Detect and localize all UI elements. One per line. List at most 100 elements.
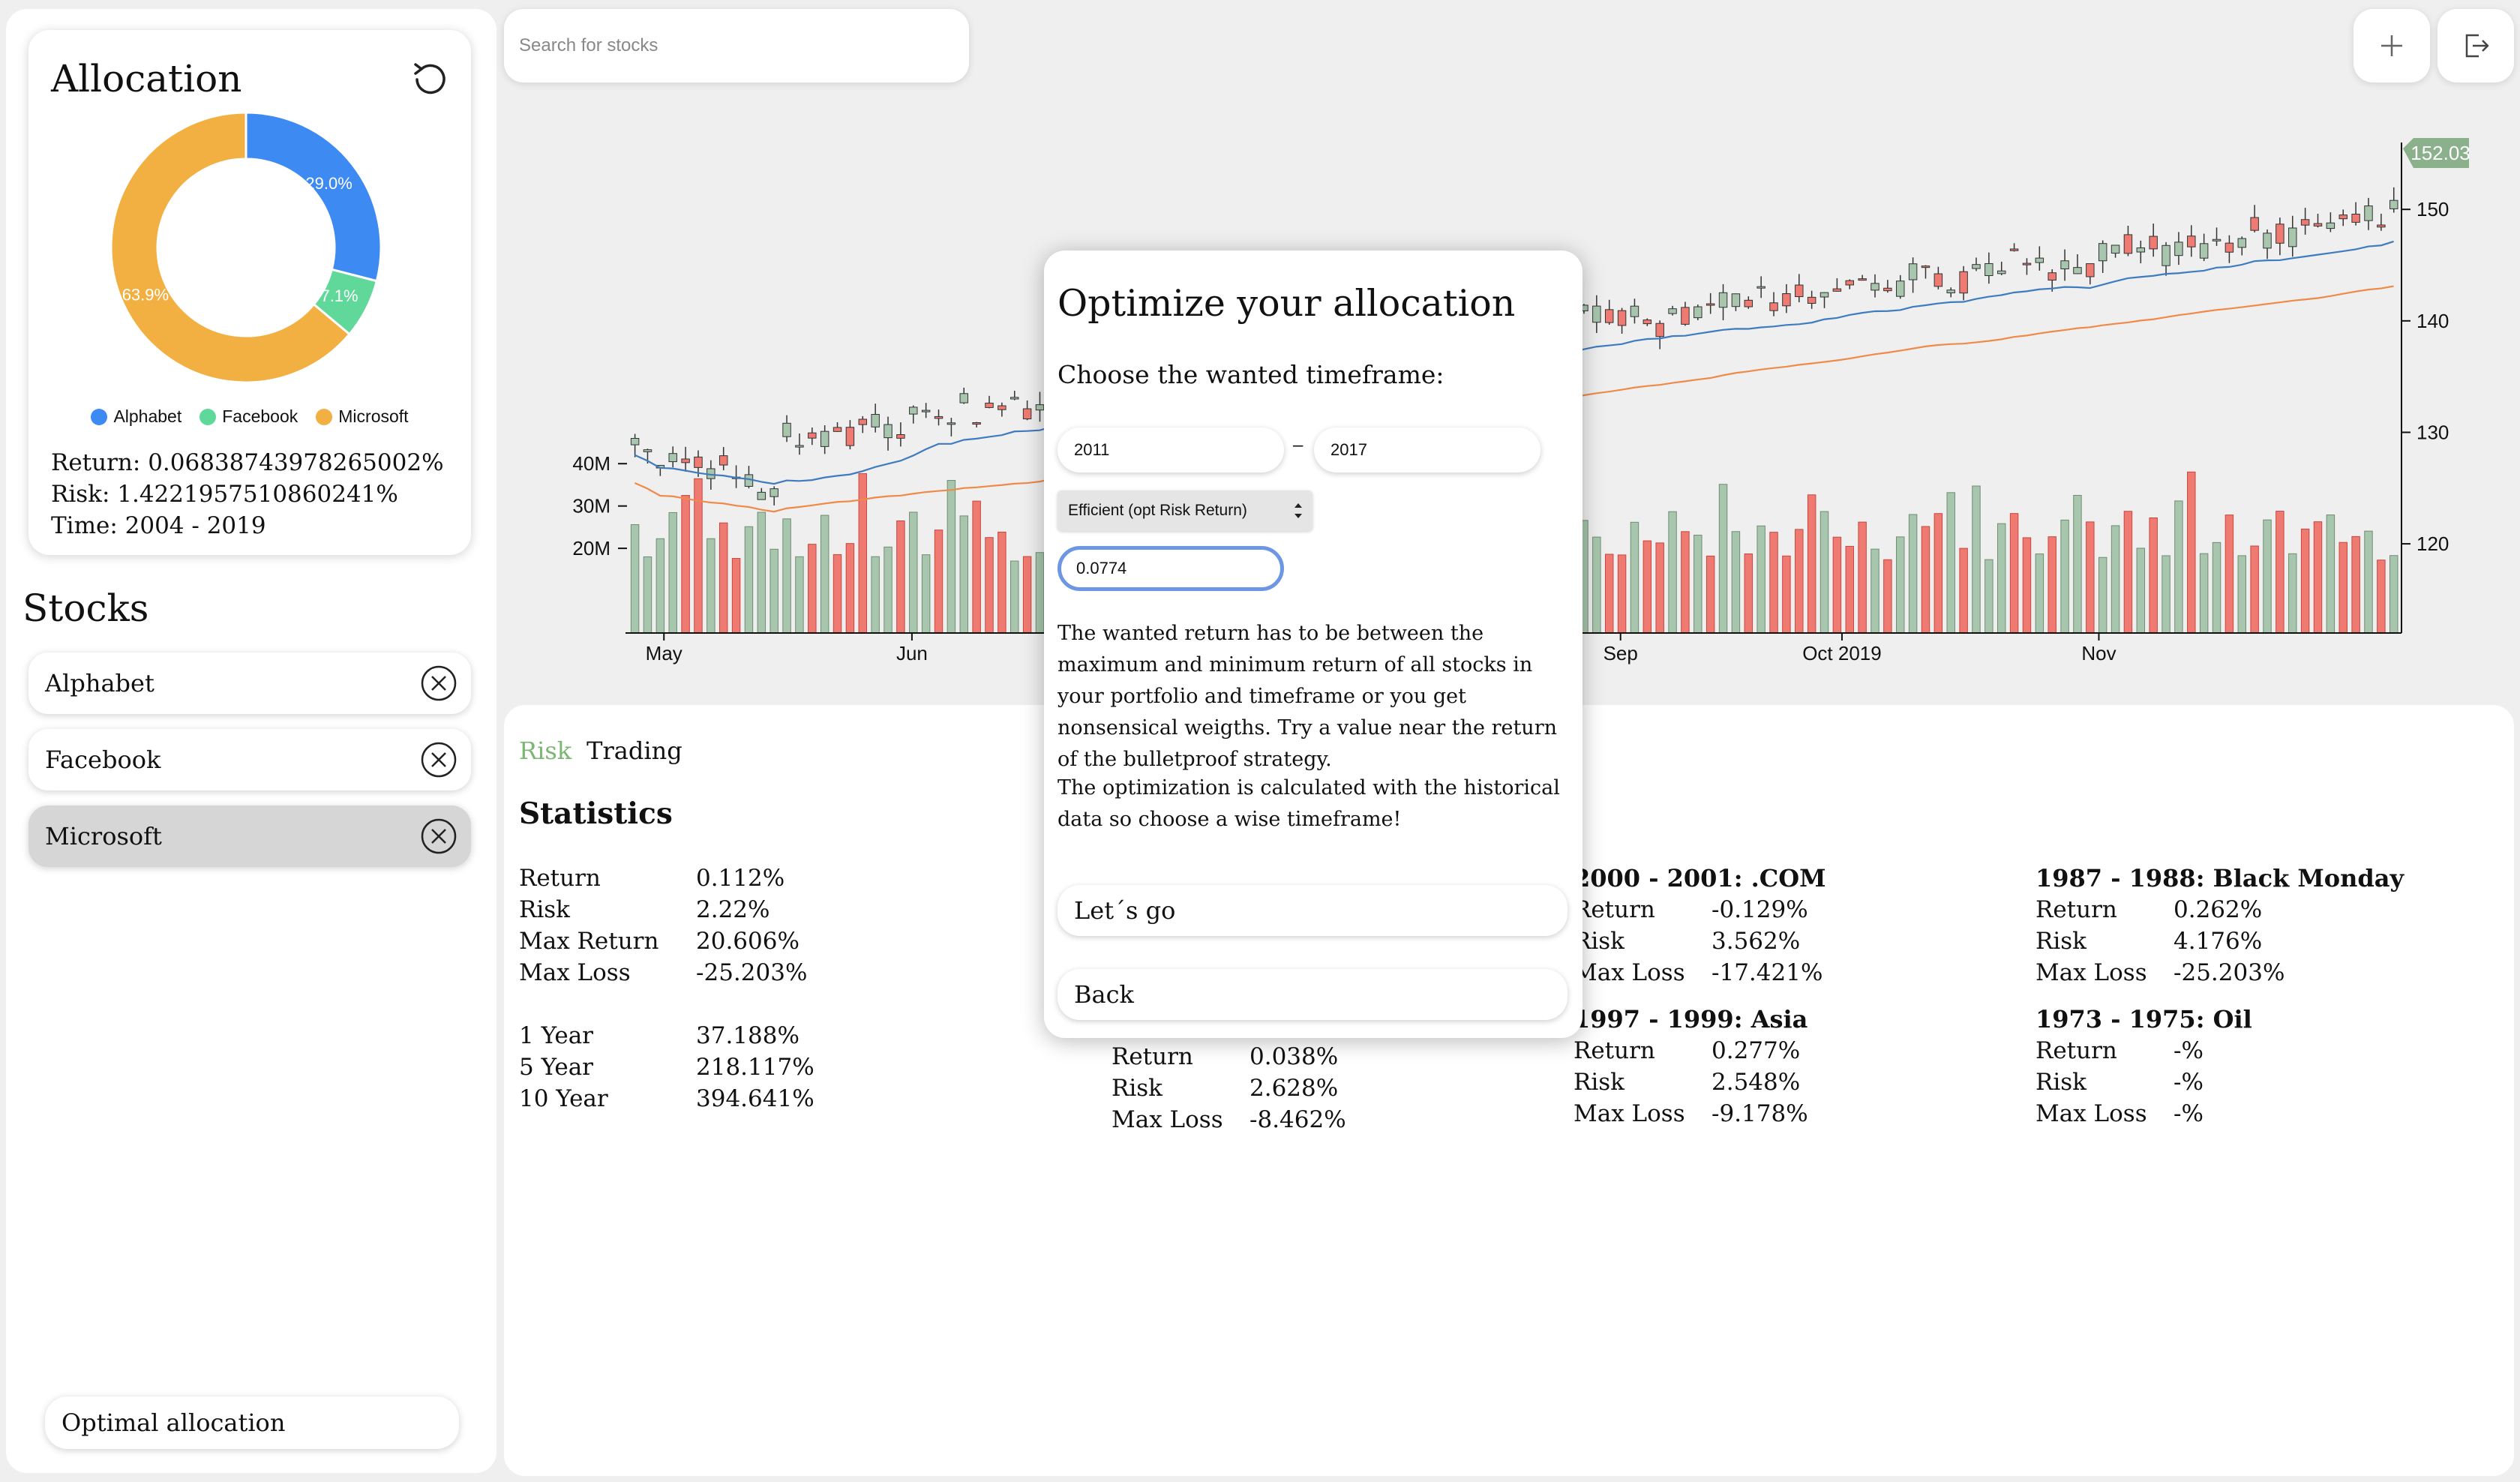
- volume-bar: [1744, 554, 1754, 634]
- volume-bar: [2300, 528, 2310, 634]
- strategy-select[interactable]: Efficient (opt Risk Return): [1058, 490, 1312, 531]
- candle-body: [1769, 302, 1778, 311]
- stat-key: Return: [1574, 896, 1655, 923]
- period-dotcom: 2000 - 2001: .COM Return -0.129% Risk 3.56…: [1574, 862, 1826, 988]
- candle-body: [2390, 200, 2398, 209]
- stat-key: Return: [1574, 1037, 1655, 1064]
- logout-button[interactable]: [2438, 9, 2514, 82]
- volume-bar: [934, 530, 944, 634]
- volume-bar: [2224, 514, 2234, 634]
- volume-bar: [718, 522, 728, 634]
- candle-body: [2035, 257, 2044, 263]
- volume-bar: [795, 556, 804, 634]
- donut-slice-alphabet: [244, 111, 382, 283]
- stat-row: Risk -%: [2036, 1066, 2252, 1098]
- candle-body: [845, 427, 855, 446]
- volume-bar: [2288, 553, 2297, 634]
- candle-body: [770, 488, 778, 497]
- volume-bar: [2073, 494, 2082, 634]
- add-stock-button[interactable]: [2354, 9, 2430, 82]
- volume-bar: [2174, 500, 2183, 634]
- candle-body: [2263, 232, 2272, 249]
- wanted-return-input[interactable]: [1058, 546, 1284, 591]
- candle-body: [782, 422, 791, 437]
- volume-bar: [2136, 548, 2146, 634]
- price-tick-label: 150: [2416, 198, 2449, 220]
- volume-bar: [1681, 531, 1690, 634]
- period-title: 1987 - 1988: Black Monday: [2036, 864, 2404, 892]
- volume-bar: [1972, 485, 1981, 634]
- stat-key: Return: [519, 865, 601, 892]
- candle-body: [2174, 242, 2183, 256]
- tab-risk[interactable]: Risk: [519, 736, 572, 765]
- candle-body: [1896, 280, 1905, 297]
- volume-bar: [782, 518, 791, 634]
- tab-bar: Risk Trading: [519, 736, 682, 765]
- candle-body: [2136, 247, 2146, 253]
- volume-bar: [1946, 492, 1955, 634]
- candle-body: [2313, 223, 2323, 226]
- volume-bar: [820, 514, 830, 634]
- remove-stock-icon[interactable]: [420, 741, 458, 778]
- stat-value: 2.548%: [1712, 1069, 1801, 1096]
- allocation-card: Allocation 29.0% 7.1% 63.9% Alphabet Faceb…: [28, 30, 471, 555]
- remove-stock-icon[interactable]: [420, 664, 458, 702]
- tab-trading[interactable]: Trading: [586, 736, 682, 765]
- volume-bar: [896, 520, 905, 634]
- volume-bar: [2086, 521, 2095, 634]
- volume-bar: [1832, 536, 1842, 634]
- candle-body: [1604, 309, 1614, 323]
- stat-value: 0.262%: [2174, 896, 2263, 923]
- candle-body: [1022, 408, 1032, 420]
- stock-item-microsoft[interactable]: Microsoft: [28, 806, 471, 867]
- volume-bar: [2212, 542, 2222, 634]
- stat-row: Return -%: [2036, 1035, 2252, 1066]
- allocation-risk: Risk: 1.4221957510860241%: [51, 481, 398, 508]
- lets-go-button[interactable]: Let´s go: [1058, 885, 1568, 936]
- optimal-allocation-button[interactable]: Optimal allocation: [45, 1396, 459, 1449]
- stat-row: Risk 2.628%: [1112, 1072, 1346, 1104]
- volume-bar: [1934, 513, 1943, 634]
- optimize-modal: Optimize your allocation Choose the want…: [1044, 250, 1582, 1038]
- stat-key: 1 Year: [519, 1022, 593, 1049]
- volume-tick-label: 40M: [572, 452, 610, 475]
- stock-item-facebook[interactable]: Facebook: [28, 729, 471, 790]
- candle-body: [1883, 287, 1892, 292]
- candle-body: [2199, 243, 2209, 259]
- year-from-input[interactable]: [1058, 428, 1284, 472]
- statistics-partial-block: Return 0.038% Risk 2.628% Max Loss -8.462%: [1112, 1041, 1346, 1136]
- legend-label: Facebook: [222, 406, 298, 426]
- stat-row: 10 Year 394.641%: [519, 1083, 814, 1114]
- volume-bar: [1870, 548, 1880, 634]
- volume-bar: [1820, 511, 1829, 634]
- reset-icon[interactable]: [406, 56, 454, 104]
- volume-bar: [2338, 542, 2348, 634]
- volume-bar: [2237, 555, 2247, 634]
- candle-body: [1592, 305, 1601, 323]
- stat-value: 2.628%: [1250, 1075, 1339, 1102]
- period-black-monday: 1987 - 1988: Black Monday Return 0.262% R…: [2036, 862, 2404, 988]
- volume-bar: [2390, 555, 2398, 634]
- legend-item-microsoft: Microsoft: [316, 406, 409, 427]
- stat-key: Max Loss: [1574, 959, 1685, 986]
- volume-bar: [1035, 552, 1045, 634]
- remove-stock-icon[interactable]: [420, 818, 458, 855]
- back-button[interactable]: Back: [1058, 969, 1568, 1020]
- volume-bar: [744, 526, 754, 634]
- stat-value: -8.462%: [1250, 1106, 1346, 1133]
- year-to-input[interactable]: [1314, 428, 1540, 472]
- stat-key: Risk: [1574, 928, 1624, 955]
- candle-body: [1035, 404, 1045, 411]
- stat-value: 3.562%: [1712, 928, 1801, 955]
- stat-key: Return: [1112, 1043, 1193, 1070]
- volume-bar: [1858, 521, 1867, 634]
- stat-key: Risk: [519, 896, 570, 923]
- candle-body: [1845, 280, 1854, 286]
- allocation-title: Allocation: [51, 57, 242, 100]
- stat-row: 1 Year 37.188%: [519, 1020, 814, 1052]
- volume-bar: [2313, 521, 2323, 634]
- donut-label: 63.9%: [122, 286, 169, 304]
- stock-item-alphabet[interactable]: Alphabet: [28, 652, 471, 714]
- candle-body: [1858, 278, 1867, 281]
- search-input[interactable]: [504, 9, 969, 82]
